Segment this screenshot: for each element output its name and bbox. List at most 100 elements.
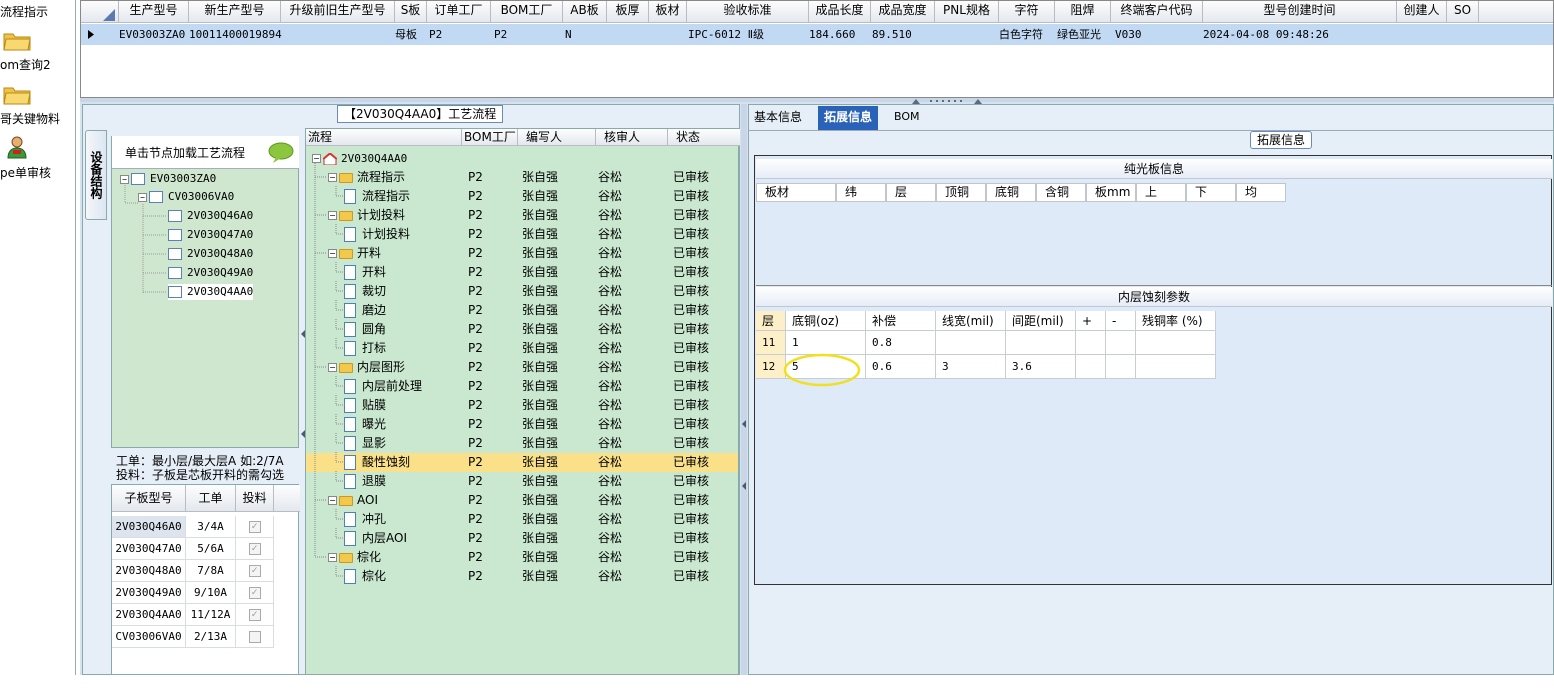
tab-basic-info[interactable]: 基本信息 xyxy=(748,106,808,130)
cell[interactable]: 2V030Q48A0 xyxy=(112,560,186,582)
folder-icon[interactable] xyxy=(2,82,32,106)
cell[interactable]: 2V030Q46A0 xyxy=(112,516,186,538)
col-header[interactable]: 下 xyxy=(1186,183,1236,202)
cell[interactable]: EV03003ZA0 xyxy=(119,24,185,45)
collapse-icon[interactable]: − xyxy=(328,211,337,220)
col-header[interactable]: 创建人 xyxy=(1397,1,1447,23)
process-row[interactable]: 曝光 P2 张自强 谷松 已审核 xyxy=(306,415,738,434)
collapse-icon[interactable]: − xyxy=(328,553,337,562)
cell[interactable]: V030 xyxy=(1115,24,1142,45)
process-row[interactable]: − AOI P2 张自强 谷松 已审核 xyxy=(306,491,738,510)
cell[interactable] xyxy=(1106,331,1136,355)
col-header[interactable]: S板 xyxy=(395,1,427,23)
col-header[interactable]: 订单工厂 xyxy=(427,1,491,23)
user-icon[interactable] xyxy=(2,135,32,159)
process-row[interactable]: 磨边 P2 张自强 谷松 已审核 xyxy=(306,301,738,320)
tree-node[interactable]: 2V030Q48A0 xyxy=(168,246,253,262)
nav-item-label[interactable]: om查询2 xyxy=(0,56,51,73)
col-header[interactable]: 生产型号 xyxy=(119,1,189,23)
cell[interactable]: 3.6 xyxy=(1006,355,1076,379)
col-header[interactable]: 间距(mil) xyxy=(1006,311,1076,331)
tab-extended-info[interactable]: 拓展信息 xyxy=(818,106,879,130)
checkbox-feed[interactable]: ✓ xyxy=(236,604,274,626)
cell[interactable]: 3 xyxy=(936,355,1006,379)
process-row[interactable]: 贴膜 P2 张自强 谷松 已审核 xyxy=(306,396,738,415)
process-row[interactable]: 酸性蚀刻 P2 张自强 谷松 已审核 xyxy=(306,453,738,472)
col-header[interactable]: 字符 xyxy=(999,1,1055,23)
col-header[interactable]: 型号创建时间 xyxy=(1203,1,1397,23)
checkbox-feed[interactable]: ✓ xyxy=(236,560,274,582)
col-header[interactable]: 含铜 xyxy=(1036,183,1086,202)
col-header[interactable]: 新生产型号 xyxy=(189,1,281,23)
process-row[interactable]: 计划投料 P2 张自强 谷松 已审核 xyxy=(306,225,738,244)
cell[interactable] xyxy=(1006,331,1076,355)
col-header[interactable]: 核审人 xyxy=(596,129,668,146)
col-header[interactable]: 顶铜 xyxy=(936,183,986,202)
col-header[interactable]: 补偿 xyxy=(866,311,936,331)
checkbox-feed[interactable]: ✓ xyxy=(236,538,274,560)
col-header[interactable]: 升级前旧生产型号 xyxy=(281,1,395,23)
cell[interactable]: N xyxy=(565,24,572,45)
horizontal-splitter[interactable] xyxy=(80,98,1554,102)
col-header[interactable]: 层 xyxy=(756,311,786,331)
cell[interactable]: CV03006VA0 xyxy=(112,626,186,648)
cell[interactable]: 2V030Q4AA0 xyxy=(112,604,186,626)
col-header[interactable]: 底铜(oz) xyxy=(786,311,866,331)
col-header[interactable]: - xyxy=(1106,311,1136,331)
cell[interactable] xyxy=(936,331,1006,355)
col-header[interactable]: 成品长度 xyxy=(809,1,871,23)
splitter-arrows-icon[interactable] xyxy=(741,420,747,500)
cell[interactable]: 绿色亚光 xyxy=(1057,24,1101,45)
col-header[interactable]: 子板型号 xyxy=(112,485,186,512)
process-row[interactable]: 开料 P2 张自强 谷松 已审核 xyxy=(306,263,738,282)
col-header[interactable]: 板材 xyxy=(756,183,836,202)
col-header[interactable]: 底铜 xyxy=(986,183,1036,202)
grid-corner[interactable] xyxy=(81,1,119,23)
col-header[interactable]: BOM工厂 xyxy=(491,1,563,23)
col-header[interactable]: + xyxy=(1076,311,1106,331)
collapse-icon[interactable]: − xyxy=(328,363,337,372)
process-row[interactable]: − 开料 P2 张自强 谷松 已审核 xyxy=(306,244,738,263)
col-header[interactable]: 线宽(mil) xyxy=(936,311,1006,331)
checkbox-feed[interactable] xyxy=(236,626,274,648)
col-header[interactable]: BOM工厂 xyxy=(462,129,518,146)
col-header[interactable]: 成品宽度 xyxy=(871,1,935,23)
col-header[interactable]: 终端客户代码 xyxy=(1111,1,1203,23)
cell[interactable]: 3/4A xyxy=(186,516,236,538)
cell[interactable]: 2/13A xyxy=(186,626,236,648)
col-header[interactable]: AB板 xyxy=(563,1,607,23)
process-row[interactable]: 内层AOI P2 张自强 谷松 已审核 xyxy=(306,529,738,548)
process-row[interactable]: 退膜 P2 张自强 谷松 已审核 xyxy=(306,472,738,491)
nav-item-label[interactable]: pe单审核 xyxy=(0,164,51,181)
cell[interactable]: 89.510 xyxy=(872,24,912,45)
cell[interactable]: P2 xyxy=(429,24,442,45)
cell[interactable]: 白色字符 xyxy=(999,24,1043,45)
cell[interactable]: 0.6 xyxy=(866,355,936,379)
splitter-arrows-icon[interactable] xyxy=(300,330,306,440)
process-row[interactable]: 打标 P2 张自强 谷松 已审核 xyxy=(306,339,738,358)
process-row[interactable]: 冲孔 P2 张自强 谷松 已审核 xyxy=(306,510,738,529)
cell[interactable] xyxy=(1136,355,1216,379)
col-header[interactable]: 验收标准 xyxy=(687,1,809,23)
process-row[interactable]: 显影 P2 张自强 谷松 已审核 xyxy=(306,434,738,453)
cell[interactable]: 7/8A xyxy=(186,560,236,582)
col-header[interactable]: 阻焊 xyxy=(1055,1,1111,23)
col-header[interactable]: 板材 xyxy=(649,1,687,23)
cell[interactable] xyxy=(1106,355,1136,379)
process-row[interactable]: 流程指示 P2 张自强 谷松 已审核 xyxy=(306,187,738,206)
col-header[interactable]: 板mm xyxy=(1086,183,1136,202)
collapse-icon[interactable]: − xyxy=(328,173,337,182)
tree-node[interactable]: 2V030Q49A0 xyxy=(168,265,253,281)
cell[interactable]: 11 xyxy=(756,331,786,355)
tree-node[interactable]: 2V030Q46A0 xyxy=(168,208,253,224)
tab-bom[interactable]: BOM xyxy=(888,106,926,130)
col-header[interactable]: 流程 xyxy=(306,129,462,146)
cell[interactable]: 10011400019894 xyxy=(189,24,282,45)
vertical-splitter[interactable] xyxy=(741,104,747,675)
col-header[interactable]: 板厚 xyxy=(607,1,649,23)
col-header[interactable]: 工单 xyxy=(186,485,236,512)
collapse-icon[interactable]: − xyxy=(328,496,337,505)
collapse-icon[interactable]: − xyxy=(312,154,321,163)
cell[interactable] xyxy=(1136,331,1216,355)
cell[interactable]: IPC-6012 Ⅱ级 xyxy=(688,24,764,45)
